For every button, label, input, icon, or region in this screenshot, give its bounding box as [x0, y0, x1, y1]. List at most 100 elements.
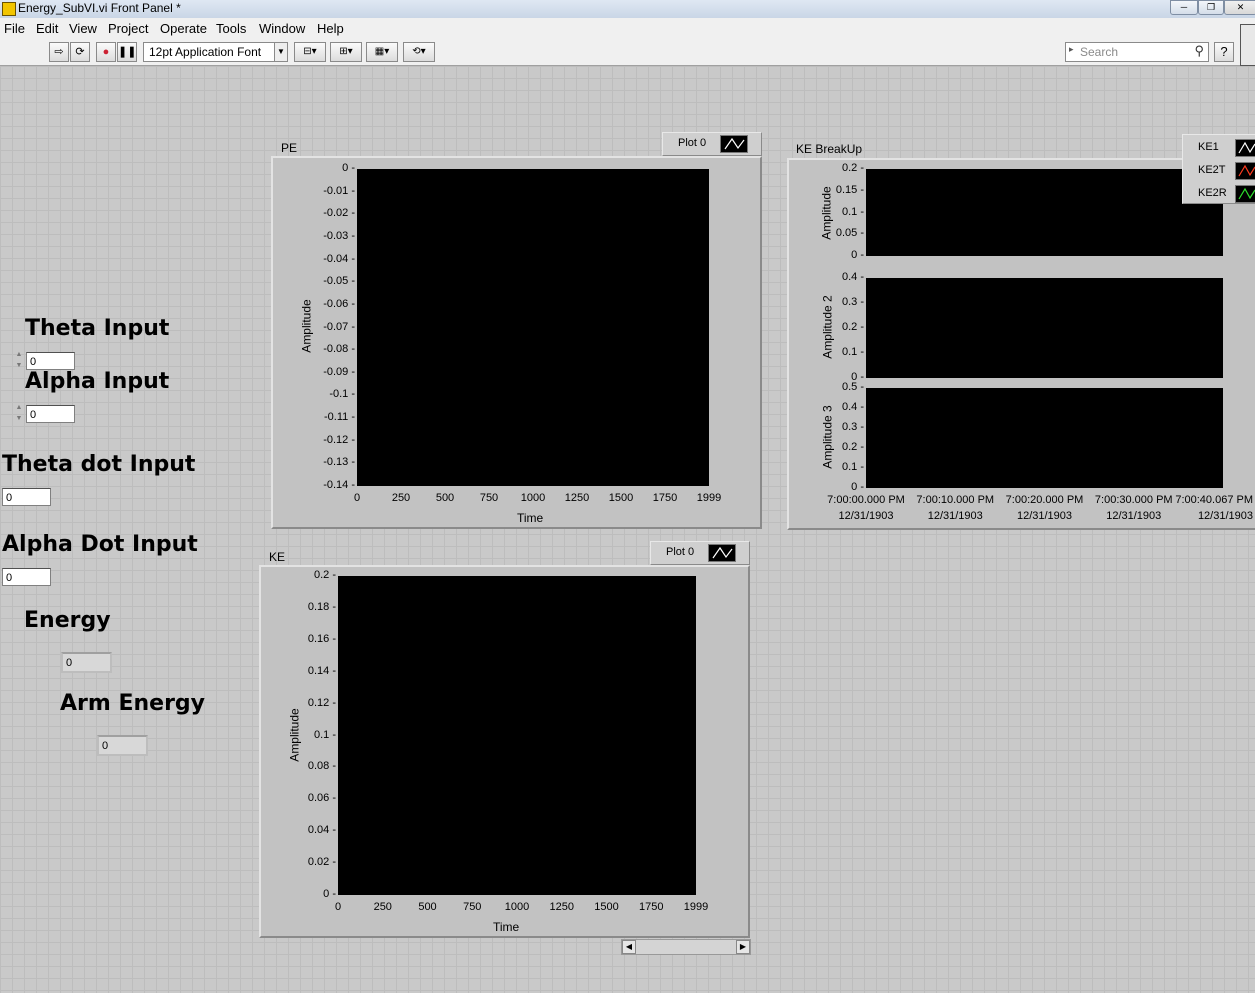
pe-y-tick: 0 -: [342, 162, 355, 174]
menu-operate[interactable]: Operate: [160, 21, 207, 36]
arm-energy-indicator: 0: [97, 735, 148, 756]
ke-breakup-plot1-y-tick: 0.2 -: [841, 162, 864, 174]
restore-button[interactable]: ❐: [1198, 0, 1224, 15]
pe-x-tick: 1500: [608, 492, 634, 504]
ke-y-tick: 0.02 -: [307, 856, 336, 869]
pe-y-tick: -0.05 -: [323, 275, 355, 288]
pe-y-tick: -0.12 -: [323, 433, 355, 446]
pe-graph-label: PE: [281, 141, 298, 155]
pe-graph[interactable]: Amplitude 0 - -0.01 - -0.02 - -0.03 - -0.04 …: [271, 156, 762, 529]
ke-breakup-x-tick-time: 7:00:00.000 PM: [827, 494, 905, 506]
pe-x-tick: 500: [435, 492, 455, 504]
menu-window[interactable]: Window: [259, 21, 305, 36]
ke-x-tick: 250: [373, 901, 392, 913]
labview-app-icon: [2, 2, 16, 16]
ke-x-tick: 1999: [683, 901, 709, 913]
pe-y-tick: -0.07 -: [323, 320, 355, 333]
energy-indicator: 0: [61, 652, 112, 673]
window-title: Energy_SubVI.vi Front Panel *: [18, 1, 181, 15]
distribute-objects-icon[interactable]: ⊞▾: [330, 42, 362, 62]
ke-breakup-plot1-y-tick: 0 -: [851, 249, 864, 261]
ke-breakup-x-tick-date: 12/31/1903: [838, 510, 894, 522]
pe-plot-area[interactable]: [357, 169, 709, 486]
ke-breakup-plot1-y-tick: 0.1 -: [841, 205, 864, 218]
line-plot-icon: [1235, 162, 1255, 180]
menu-bar: File Edit View Project Operate Tools Win…: [0, 18, 1255, 38]
ke-breakup-legend[interactable]: KE1 KE2T KE2R: [1182, 134, 1255, 204]
panel-horizontal-scrollbar[interactable]: ◀ ▶: [621, 939, 751, 955]
ke-y-tick: 0.08 -: [307, 760, 336, 773]
theta-increment-icon[interactable]: ▲ ▼: [14, 349, 24, 371]
alpha-dot-input-label: Alpha Dot Input: [2, 532, 198, 557]
pe-y-tick: -0.11 -: [324, 411, 355, 424]
scroll-left-arrow-icon[interactable]: ◀: [622, 940, 636, 954]
ke-breakup-plot3-y-label: Amplitude 3: [820, 405, 835, 469]
ke-x-tick: 1000: [504, 901, 530, 913]
search-icon[interactable]: ⚲: [1194, 43, 1204, 59]
align-objects-icon[interactable]: ⊟▾: [294, 42, 326, 62]
ke-breakup-graph[interactable]: Amplitude Amplitude 2 Amplitude 3 0.2 -0…: [787, 158, 1255, 530]
reorder-icon[interactable]: ⟲▾: [403, 42, 435, 62]
ke-graph[interactable]: Amplitude 0.2 -0.18 -0.16 -0.14 -0.12 -0…: [259, 565, 750, 938]
pe-legend[interactable]: Plot 0: [662, 132, 762, 156]
ke-x-tick: 0: [334, 901, 342, 913]
ke-breakup-plot-2[interactable]: [866, 278, 1223, 378]
search-input[interactable]: ▸ Search ⚲: [1065, 42, 1209, 62]
pause-icon[interactable]: ❚❚: [117, 42, 137, 62]
ke-breakup-legend-item[interactable]: KE1: [1183, 138, 1255, 158]
menu-tools[interactable]: Tools: [216, 21, 246, 36]
ke-breakup-plot3-y-tick: 0.5 -: [841, 381, 864, 393]
pe-x-tick: 1999: [696, 492, 722, 504]
ke-breakup-legend-item[interactable]: KE2T: [1183, 161, 1255, 181]
help-icon[interactable]: ?: [1214, 42, 1234, 62]
alpha-dot-input-field[interactable]: 0: [2, 568, 51, 586]
ke-x-tick: 1500: [594, 901, 619, 913]
menu-help[interactable]: Help: [317, 21, 344, 36]
ke-breakup-legend-label: KE2R: [1198, 187, 1227, 199]
ke-breakup-plot2-y-tick: 0.1 -: [841, 346, 864, 358]
pe-y-tick: -0.14 -: [323, 479, 355, 491]
ke-breakup-x-tick-date: 12/31/1903: [1197, 510, 1253, 522]
ke-breakup-x-tick-date: 12/31/1903: [927, 510, 983, 522]
abort-icon[interactable]: ●: [96, 42, 116, 62]
ke-breakup-legend-item[interactable]: KE2R: [1183, 184, 1255, 204]
ke-breakup-plot1-y-tick: 0.05 -: [835, 227, 864, 240]
font-selector[interactable]: 12pt Application Font ▼: [143, 42, 288, 62]
line-plot-icon: [1235, 185, 1255, 203]
ke-x-tick: 500: [418, 901, 437, 913]
pe-legend-label: Plot 0: [678, 137, 707, 149]
pe-x-tick: 0: [353, 492, 361, 504]
scroll-right-arrow-icon[interactable]: ▶: [736, 940, 750, 954]
minimize-button[interactable]: ─: [1170, 0, 1198, 15]
ke-breakup-label: KE BreakUp: [796, 142, 863, 156]
theta-dot-input-label: Theta dot Input: [2, 452, 196, 477]
pe-y-tick: -0.03 -: [323, 229, 355, 242]
line-plot-icon: [720, 135, 748, 153]
ke-plot-area[interactable]: [338, 576, 696, 895]
ke-y-tick: 0.12 -: [307, 696, 336, 709]
toolbar: ⇨ ⟳ ● ❚❚ 12pt Application Font ▼ ⊟▾ ⊞▾ ▦…: [0, 38, 1255, 66]
menu-project[interactable]: Project: [108, 21, 148, 36]
ke-breakup-plot-3[interactable]: [866, 388, 1223, 488]
pe-y-tick: -0.09 -: [323, 365, 355, 378]
theta-input-field[interactable]: 0: [26, 352, 75, 370]
ke-y-tick: 0.16 -: [307, 632, 336, 645]
alpha-increment-icon[interactable]: ▲ ▼: [14, 402, 24, 424]
menu-file[interactable]: File: [4, 21, 25, 36]
run-continuously-icon[interactable]: ⟳: [70, 42, 90, 62]
menu-edit[interactable]: Edit: [36, 21, 58, 36]
pe-y-tick: -0.13 -: [323, 456, 355, 469]
ke-x-tick: 1250: [549, 901, 574, 913]
search-prefix-icon: ▸: [1069, 44, 1074, 54]
alpha-input-field[interactable]: 0: [26, 405, 75, 423]
menu-view[interactable]: View: [69, 21, 97, 36]
ke-breakup-plot-1[interactable]: [866, 169, 1223, 256]
pe-y-tick: -0.1 -: [329, 388, 355, 401]
close-button[interactable]: ✕: [1224, 0, 1255, 15]
run-arrow-icon[interactable]: ⇨: [49, 42, 69, 62]
pe-x-tick: 250: [391, 492, 411, 504]
ke-y-tick: 0.14 -: [307, 664, 336, 677]
resize-objects-icon[interactable]: ▦▾: [366, 42, 398, 62]
theta-dot-input-field[interactable]: 0: [2, 488, 51, 506]
ke-legend[interactable]: Plot 0: [650, 541, 750, 565]
